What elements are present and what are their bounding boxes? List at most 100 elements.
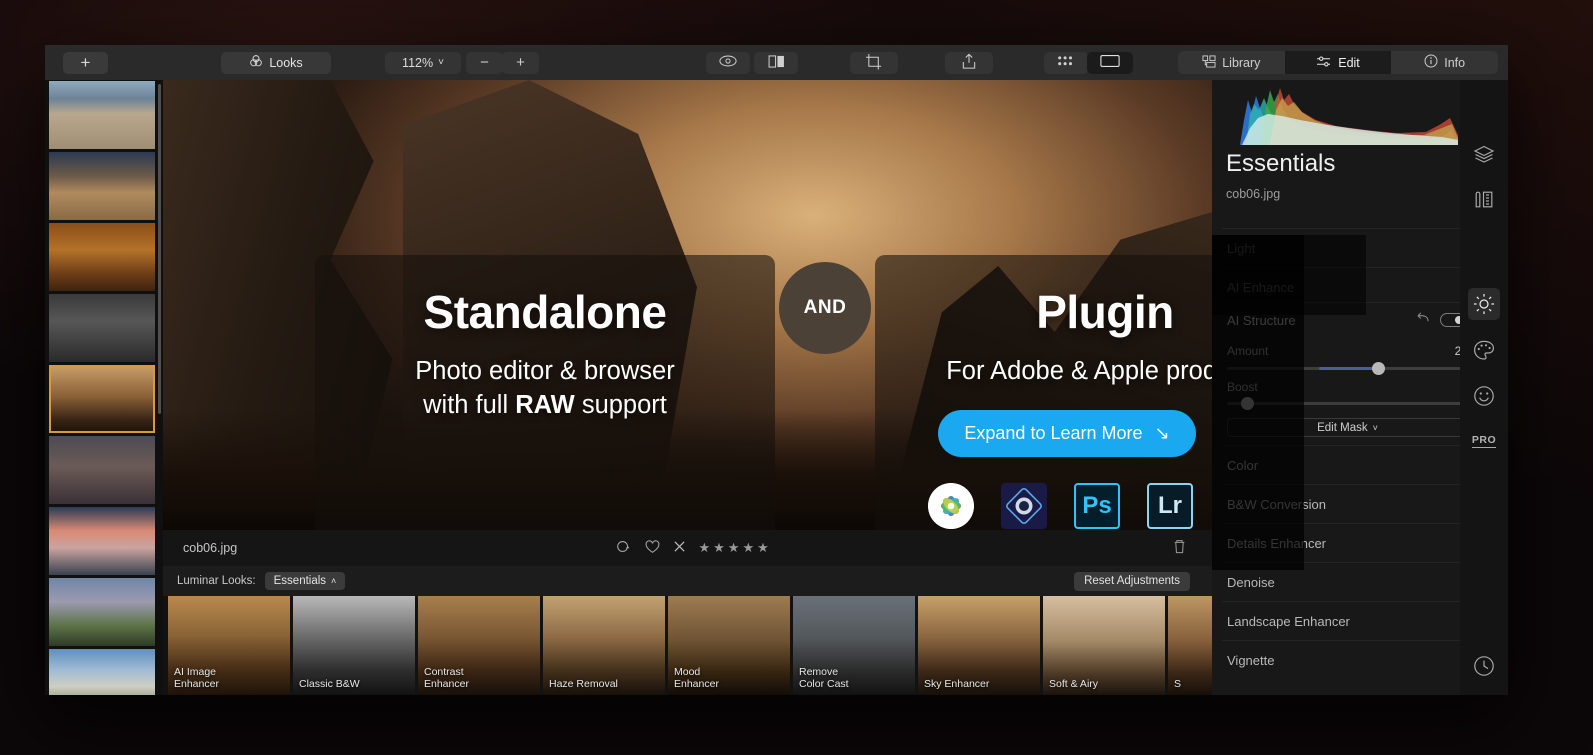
filmstrip-scrollbar[interactable]	[158, 84, 161, 414]
look-caption-line1: Remove	[799, 665, 839, 678]
look-caption-line1: Mood	[674, 665, 701, 678]
promo-standalone-title: Standalone	[423, 286, 667, 338]
list-item[interactable]: Soft & Airy	[1043, 596, 1165, 695]
reset-adjustments-button[interactable]: Reset Adjustments	[1074, 571, 1190, 591]
photoshop-label: Ps	[1082, 492, 1112, 519]
share-icon	[961, 53, 977, 73]
list-item[interactable]	[49, 578, 155, 646]
info-icon	[1424, 54, 1438, 71]
list-item[interactable]: Classic B&W	[293, 596, 415, 695]
panel-row-landscape-enhancer[interactable]: Landscape Enhancer	[1222, 601, 1470, 640]
list-item[interactable]: AI Image Enhancer	[168, 596, 290, 695]
subtitle-raw: RAW	[515, 390, 575, 419]
list-item[interactable]: Sky Enhancer	[918, 596, 1040, 695]
subtitle-pre: with full	[423, 390, 516, 419]
filmstrip[interactable]	[45, 80, 163, 695]
panel-row-label: Denoise	[1227, 574, 1275, 590]
panel-row-color[interactable]: Color	[1222, 445, 1470, 484]
look-caption-line1: Contrast	[424, 665, 464, 678]
history-clock-icon[interactable]	[1468, 650, 1500, 682]
panel-row-light[interactable]: Light	[1222, 228, 1470, 267]
eye-icon	[719, 55, 737, 70]
look-caption: Sky Enhancer	[924, 678, 989, 690]
mode-tabs: Library Edit Info	[1178, 51, 1498, 74]
list-item[interactable]	[49, 436, 155, 504]
list-item[interactable]: Remove Color Cast	[793, 596, 915, 695]
edit-mask-button[interactable]: Edit Mask ˅	[1227, 418, 1468, 437]
looks-venn-icon	[249, 54, 263, 71]
list-item[interactable]	[49, 294, 155, 362]
look-caption: Classic B&W	[299, 678, 360, 690]
looks-collection-dropdown[interactable]: Essentials ˄	[264, 572, 346, 590]
list-item[interactable]: S	[1168, 596, 1212, 695]
share-export-button[interactable]	[945, 51, 993, 74]
tab-info[interactable]: Info	[1391, 51, 1498, 74]
panel-row-denoise[interactable]: Denoise	[1222, 562, 1470, 601]
tools-icon[interactable]	[1468, 183, 1500, 215]
promo-subtitle-line2: with full RAW support	[315, 389, 775, 423]
pro-icon[interactable]: PRO	[1468, 425, 1500, 457]
undo-icon[interactable]	[1416, 312, 1430, 327]
panel-row-label: Vignette	[1227, 652, 1275, 668]
lightroom-label: Lr	[1158, 492, 1182, 519]
star-rating[interactable]: ★★★★★	[699, 540, 772, 556]
single-view-button[interactable]	[1087, 51, 1133, 74]
look-caption: AI Image Enhancer	[174, 666, 219, 690]
amount-slider[interactable]	[1227, 362, 1468, 375]
crop-button[interactable]	[850, 51, 898, 74]
layers-icon[interactable]	[1468, 138, 1500, 170]
look-caption: S	[1174, 678, 1181, 690]
grid-view-button[interactable]	[1044, 51, 1088, 74]
subtitle-post: support	[574, 390, 667, 419]
boost-slider[interactable]	[1227, 397, 1468, 410]
reject-x-icon[interactable]	[673, 540, 686, 556]
list-item[interactable]: Mood Enhancer	[668, 596, 790, 695]
portrait-face-icon[interactable]	[1468, 380, 1500, 412]
list-item[interactable]	[49, 81, 155, 149]
add-photos-label: +	[80, 52, 91, 72]
list-item[interactable]	[49, 223, 155, 291]
look-caption: Mood Enhancer	[674, 666, 719, 690]
flag-circle-icon[interactable]	[616, 540, 632, 556]
amount-slider-knob[interactable]	[1371, 362, 1385, 375]
amount-slider-fill	[1318, 367, 1377, 370]
crop-icon	[865, 53, 884, 73]
adobe-photoshop-icon: Ps	[1074, 483, 1120, 529]
tab-library[interactable]: Library	[1178, 51, 1285, 74]
panel-row-ai-enhance[interactable]: AI Enhance	[1222, 267, 1470, 306]
list-item[interactable]	[49, 365, 155, 433]
minus-icon: −	[480, 54, 489, 71]
zoom-out-button[interactable]: −	[466, 51, 503, 74]
list-item[interactable]: Contrast Enhancer	[418, 596, 540, 695]
looks-button[interactable]: Looks	[221, 51, 331, 74]
preview-toggle-button[interactable]	[706, 51, 750, 74]
compare-before-after-button[interactable]	[754, 51, 798, 74]
expand-to-learn-more-button[interactable]: Expand to Learn More ↘	[938, 410, 1196, 457]
color-palette-icon[interactable]	[1468, 334, 1500, 366]
image-canvas[interactable]: Standalone Photo editor & browser with f…	[163, 80, 1212, 530]
trash-icon[interactable]	[1173, 539, 1186, 557]
add-photos-button[interactable]: +	[63, 51, 108, 74]
look-caption-line2: Enhancer	[424, 677, 469, 690]
panel-row-details-enhancer[interactable]: Details Enhancer	[1222, 523, 1470, 562]
promo-plugin-title: Plugin	[1036, 286, 1174, 338]
looks-button-label: Looks	[269, 55, 303, 70]
list-item[interactable]: Haze Removal	[543, 596, 665, 695]
single-view-icon	[1100, 54, 1120, 71]
panel-row-bw-conversion[interactable]: B&W Conversion	[1222, 484, 1470, 523]
tab-edit[interactable]: Edit	[1284, 51, 1392, 74]
list-item[interactable]	[49, 152, 155, 220]
list-item[interactable]	[49, 507, 155, 575]
promo-subtitle-line1: Photo editor & browser	[415, 357, 675, 385]
tab-info-label: Info	[1444, 55, 1466, 70]
essentials-sun-icon[interactable]	[1468, 288, 1500, 320]
zoom-level-dropdown[interactable]: 112% ˅	[385, 51, 461, 74]
list-item[interactable]	[49, 649, 155, 695]
boost-slider-knob[interactable]	[1241, 397, 1255, 410]
heart-icon[interactable]	[645, 539, 660, 557]
looks-thumbnail-row[interactable]: AI Image Enhancer Classic B&W Contrast E…	[163, 596, 1212, 695]
panel-row-label: Light	[1227, 240, 1256, 256]
panel-row-vignette[interactable]: Vignette	[1222, 640, 1470, 679]
panel-row-label: B&W Conversion	[1227, 496, 1326, 512]
zoom-in-button[interactable]: +	[502, 51, 539, 74]
